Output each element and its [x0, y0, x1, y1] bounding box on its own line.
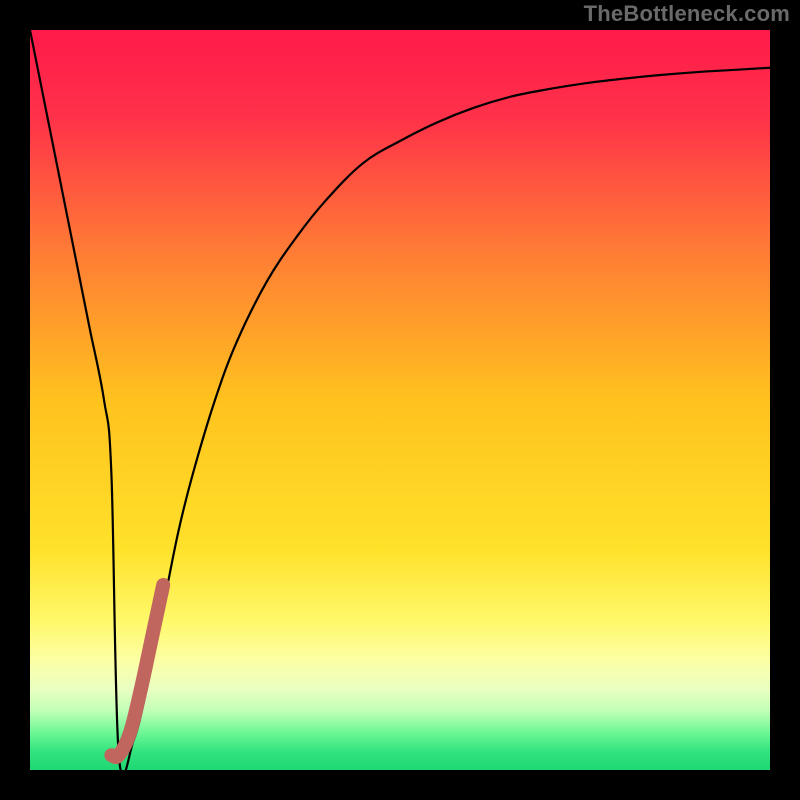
chart-stage: { "watermark": "TheBottleneck.com", "col…: [0, 0, 800, 800]
watermark-text: TheBottleneck.com: [584, 1, 790, 27]
chart-svg: [0, 0, 800, 800]
